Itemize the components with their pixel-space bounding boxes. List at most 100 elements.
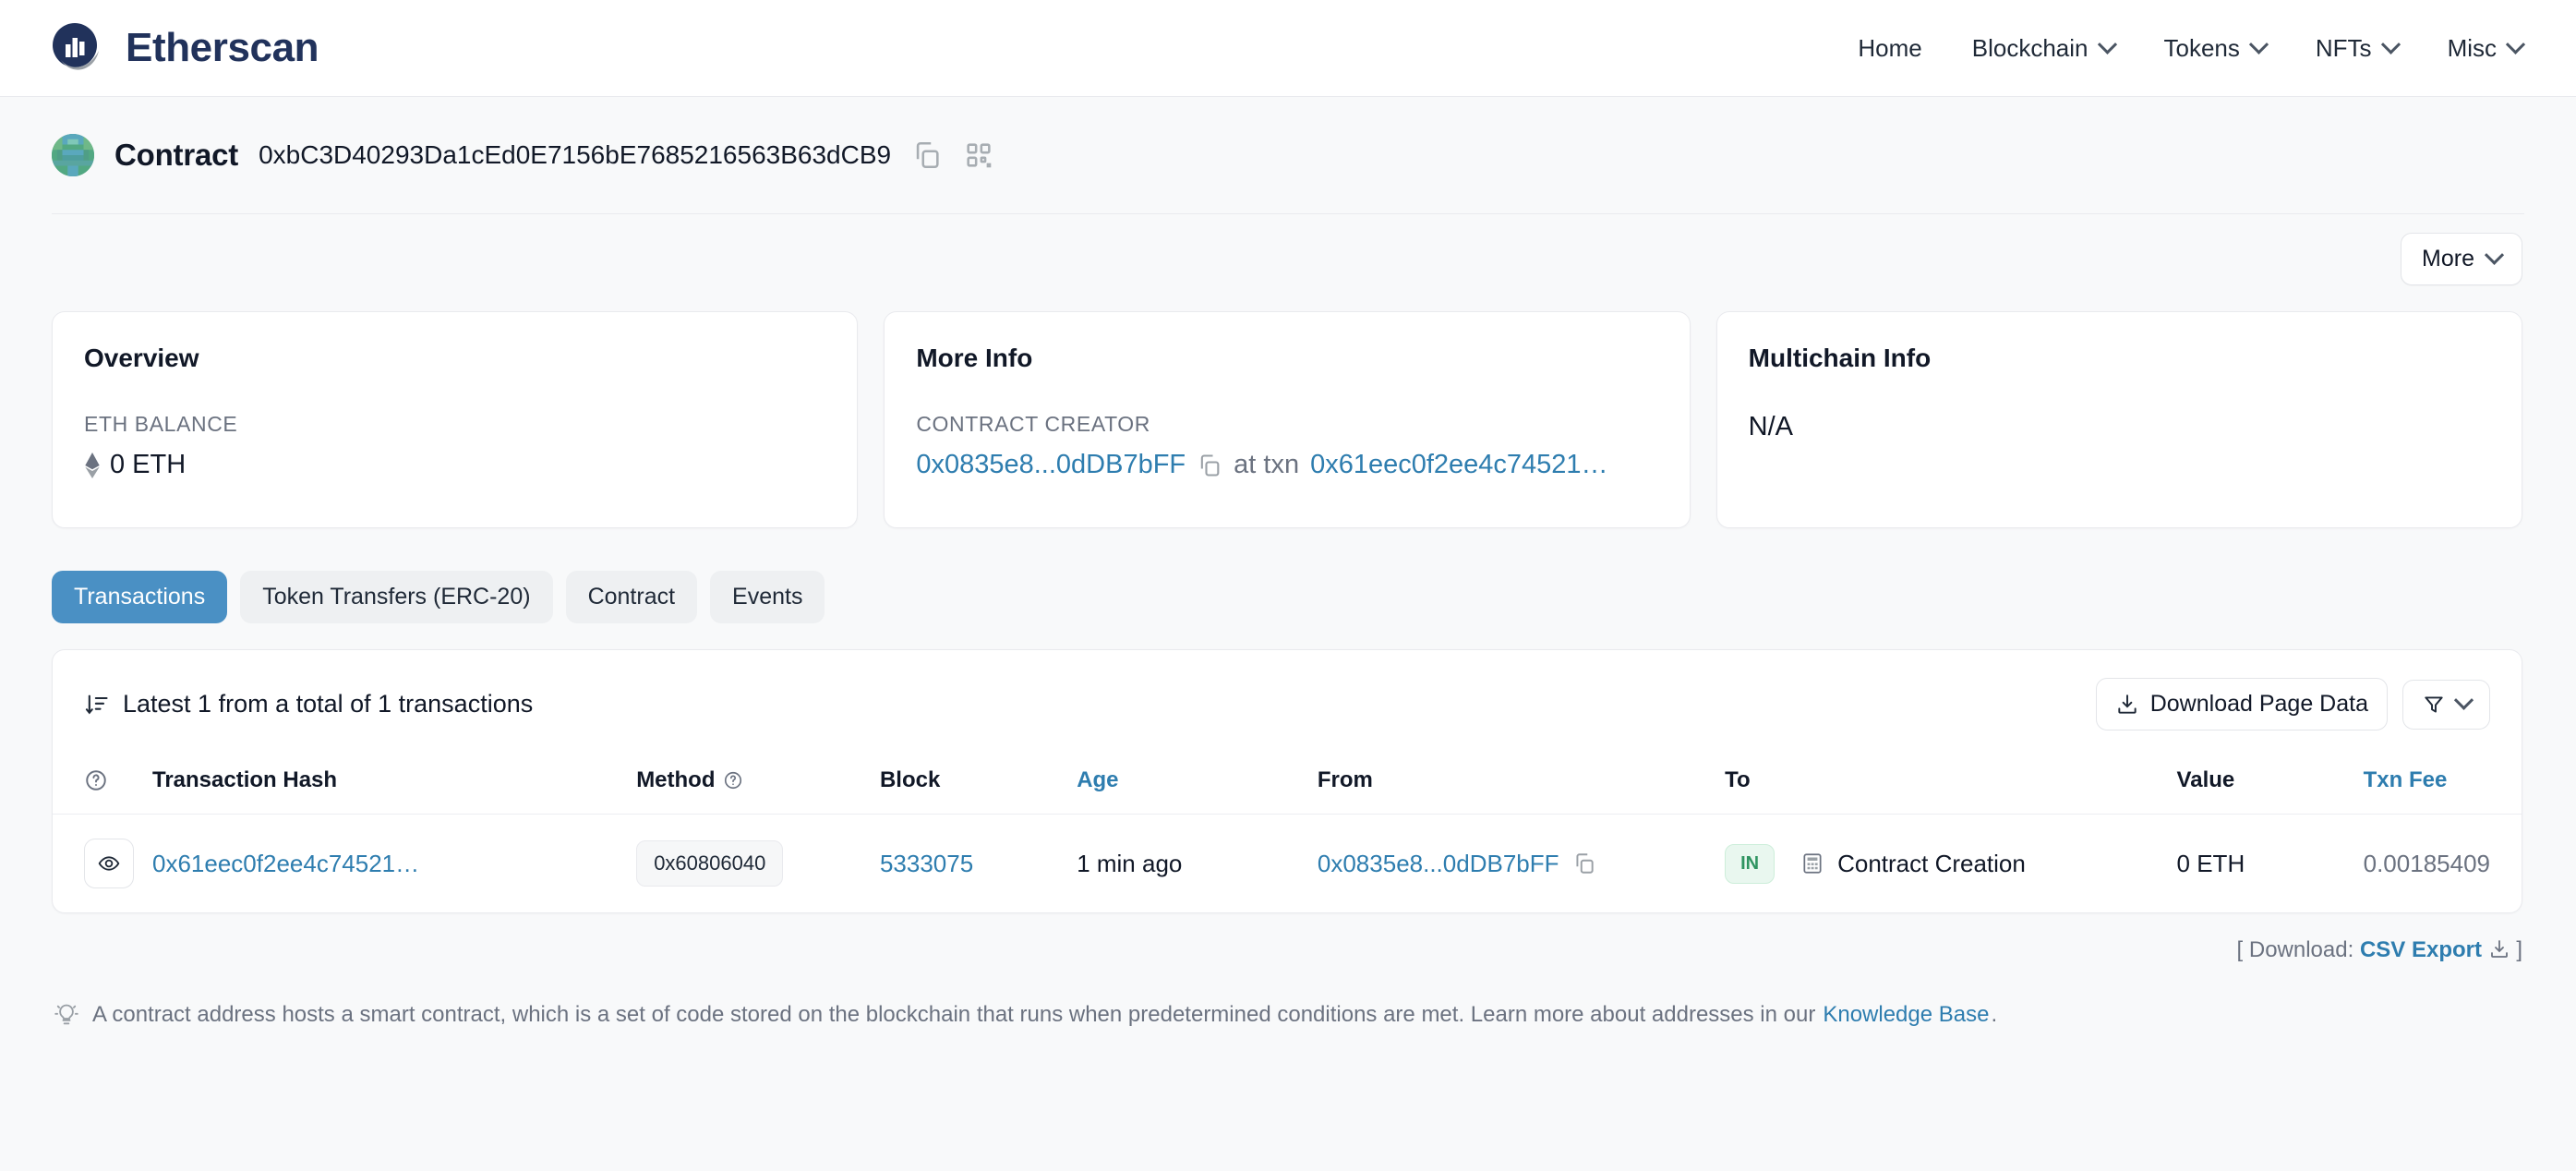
cell-value: 0 ETH bbox=[2176, 849, 2245, 877]
direction-badge: IN bbox=[1725, 843, 1776, 884]
sort-descending-icon[interactable] bbox=[84, 692, 110, 718]
column-header-to: To bbox=[1715, 755, 2168, 815]
more-info-card: More Info CONTRACT CREATOR 0x0835e8...0d… bbox=[884, 311, 1691, 528]
csv-prefix: [ Download: bbox=[2236, 937, 2354, 962]
filter-button[interactable] bbox=[2402, 679, 2490, 730]
column-header-value: Value bbox=[2167, 755, 2354, 815]
footer-hint: A contract address hosts a smart contrac… bbox=[0, 963, 2576, 1028]
download-page-data-button[interactable]: Download Page Data bbox=[2095, 678, 2388, 730]
csv-export-row: [ Download: CSV Export ] bbox=[0, 913, 2576, 963]
page-title: Contract bbox=[114, 138, 239, 172]
nav-item-nfts[interactable]: NFTs bbox=[2315, 33, 2401, 63]
column-header-method-label: Method bbox=[636, 767, 716, 792]
multichain-value: N/A bbox=[1748, 412, 1793, 441]
cell-from: 0x0835e8...0dDB7bFF bbox=[1308, 815, 1715, 913]
nav-item-label: Blockchain bbox=[1971, 33, 2088, 62]
transaction-hash-link[interactable]: 0x61eec0f2ee4c74521… bbox=[152, 850, 419, 877]
block-number-link[interactable]: 5333075 bbox=[880, 850, 973, 877]
copy-icon[interactable] bbox=[1197, 453, 1222, 478]
contract-creator-row: 0x0835e8...0dDB7bFF at txn 0x61eec0f2ee4… bbox=[916, 450, 1657, 480]
download-icon[interactable] bbox=[2488, 938, 2510, 960]
transactions-panel-actions: Download Page Data bbox=[2095, 678, 2490, 730]
footer-hint-period: . bbox=[1991, 1002, 1998, 1027]
table-header-row: Transaction Hash Method Block Age From T… bbox=[53, 755, 2522, 815]
brand-logo[interactable]: Etherscan bbox=[48, 19, 319, 77]
transactions-table-head: Transaction Hash Method Block Age From T… bbox=[53, 755, 2522, 815]
column-header-method: Method bbox=[627, 755, 871, 815]
more-button[interactable]: More bbox=[2401, 233, 2522, 285]
column-header-info bbox=[53, 755, 143, 815]
chevron-down-icon bbox=[2380, 34, 2401, 54]
eth-balance-label: ETH BALANCE bbox=[84, 412, 238, 436]
eye-preview-icon[interactable] bbox=[84, 839, 134, 888]
cell-block: 5333075 bbox=[871, 815, 1067, 913]
tab-label: Events bbox=[732, 584, 803, 610]
tab-label: Transactions bbox=[74, 584, 206, 610]
transactions-table: Transaction Hash Method Block Age From T… bbox=[53, 755, 2522, 912]
funnel-filter-icon bbox=[2422, 693, 2446, 717]
cell-age: 1 min ago bbox=[1077, 849, 1183, 877]
transactions-panel-header: Latest 1 from a total of 1 transactions … bbox=[53, 650, 2522, 755]
address-header: Contract 0xbC3D40293Da1cEd0E7156bE768521… bbox=[0, 97, 2576, 176]
column-header-txn-fee[interactable]: Txn Fee bbox=[2353, 755, 2522, 815]
contract-creator-label: CONTRACT CREATOR bbox=[916, 412, 1150, 436]
transactions-summary-text: Latest 1 from a total of 1 transactions bbox=[123, 690, 534, 718]
csv-export-link[interactable]: CSV Export bbox=[2360, 937, 2482, 962]
to-label: Contract Creation bbox=[1837, 849, 2026, 877]
qr-code-icon[interactable] bbox=[963, 139, 994, 171]
nav-item-misc[interactable]: Misc bbox=[2447, 33, 2526, 63]
knowledge-base-link[interactable]: Knowledge Base bbox=[1823, 1002, 1989, 1028]
table-row: 0x61eec0f2ee4c74521… 0x60806040 5333075 … bbox=[53, 815, 2522, 913]
cell-txn-fee: 0.00185409 bbox=[2363, 849, 2490, 877]
address-blockie-avatar bbox=[52, 134, 94, 176]
transactions-panel: Latest 1 from a total of 1 transactions … bbox=[52, 649, 2522, 913]
cell-preview bbox=[53, 815, 143, 913]
tab-contract[interactable]: Contract bbox=[565, 571, 698, 623]
tab-events[interactable]: Events bbox=[710, 571, 825, 623]
copy-icon[interactable] bbox=[1572, 851, 1596, 875]
creator-address-link[interactable]: 0x0835e8...0dDB7bFF bbox=[916, 450, 1186, 480]
tab-label: Contract bbox=[587, 584, 676, 610]
brand-name: Etherscan bbox=[126, 25, 319, 70]
creation-txn-link[interactable]: 0x61eec0f2ee4c74521… bbox=[1310, 450, 1607, 480]
overview-card-title: Overview bbox=[84, 344, 199, 372]
chevron-down-icon bbox=[2453, 690, 2474, 710]
nav-item-home[interactable]: Home bbox=[1858, 34, 1921, 63]
nav-item-label: Home bbox=[1858, 33, 1922, 62]
chevron-down-icon bbox=[2505, 34, 2526, 54]
question-circle-icon[interactable] bbox=[84, 768, 134, 792]
column-header-from: From bbox=[1307, 755, 1716, 815]
eth-balance-value: 0 ETH bbox=[110, 450, 187, 479]
lightbulb-icon bbox=[54, 1002, 79, 1028]
contract-address: 0xbC3D40293Da1cEd0E7156bE7685216563B63dC… bbox=[259, 140, 892, 169]
column-header-transaction-hash: Transaction Hash bbox=[143, 755, 628, 815]
nav-item-blockchain[interactable]: Blockchain bbox=[1971, 33, 2117, 63]
eth-balance-value-row: 0 ETH bbox=[84, 450, 825, 480]
nav-item-label: NFTs bbox=[2315, 33, 2372, 62]
overview-card: Overview ETH BALANCE 0 ETH bbox=[52, 311, 859, 528]
cell-transaction-hash: 0x61eec0f2ee4c74521… bbox=[143, 815, 627, 913]
chevron-down-icon bbox=[2484, 245, 2505, 265]
chevron-down-icon bbox=[2097, 34, 2117, 54]
tab-label: Token Transfers (ERC-20) bbox=[262, 584, 531, 610]
transactions-summary: Latest 1 from a total of 1 transactions bbox=[84, 690, 533, 718]
column-header-block: Block bbox=[870, 755, 1068, 815]
copy-icon[interactable] bbox=[911, 139, 943, 171]
etherscan-logo-icon bbox=[48, 19, 105, 77]
multichain-info-card: Multichain Info N/A bbox=[1715, 311, 2522, 528]
more-button-row: More bbox=[0, 214, 2576, 285]
multichain-card-title: Multichain Info bbox=[1748, 344, 1932, 372]
tab-transactions[interactable]: Transactions bbox=[52, 571, 228, 623]
cell-method: 0x60806040 bbox=[627, 815, 871, 913]
nav-item-label: Misc bbox=[2447, 33, 2497, 62]
question-circle-icon[interactable] bbox=[723, 770, 743, 791]
contract-icon bbox=[1800, 851, 1824, 875]
nav-item-tokens[interactable]: Tokens bbox=[2164, 34, 2269, 63]
column-header-age[interactable]: Age bbox=[1067, 755, 1308, 815]
from-address-link[interactable]: 0x0835e8...0dDB7bFF bbox=[1318, 850, 1559, 878]
download-page-data-label: Download Page Data bbox=[2149, 691, 2368, 717]
method-badge[interactable]: 0x60806040 bbox=[636, 840, 784, 887]
footer-hint-text: A contract address hosts a smart contrac… bbox=[92, 1002, 1816, 1027]
tab-token-transfers[interactable]: Token Transfers (ERC-20) bbox=[240, 571, 553, 623]
info-cards: Overview ETH BALANCE 0 ETH More Info CON… bbox=[0, 285, 2576, 528]
